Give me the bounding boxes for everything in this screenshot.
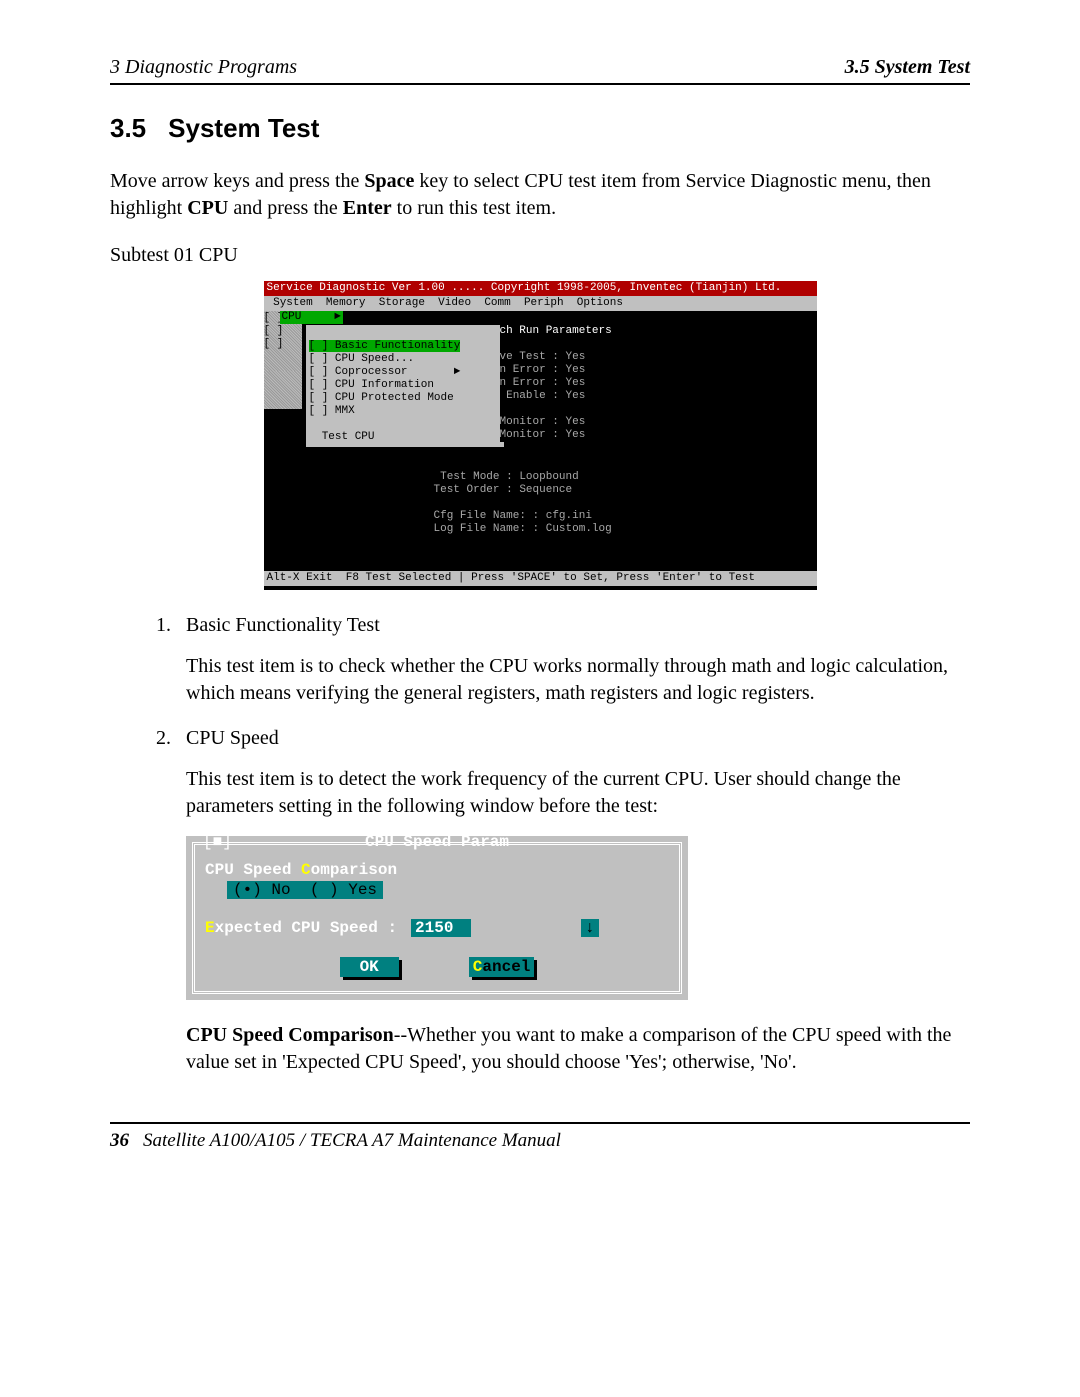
submenu-item-mmx: [ ] MMX bbox=[309, 405, 355, 417]
dos-params-extra: Test Mode : Loopbound Test Order : Seque… bbox=[264, 471, 817, 536]
radio-yes[interactable]: ( ) Yes bbox=[310, 881, 377, 899]
dos-dialog-cpu-speed-param: [■] CPU Speed Param CPU Speed Comparison… bbox=[186, 836, 688, 1000]
page-footer: 36 Satellite A100/A105 / TECRA A7 Mainten… bbox=[110, 1122, 970, 1152]
radio-no[interactable]: (•) No bbox=[233, 881, 291, 899]
page-number: 36 bbox=[110, 1130, 129, 1151]
footer-title: Satellite A100/A105 / TECRA A7 Maintenan… bbox=[143, 1130, 561, 1151]
dos-status-bar: Alt-X Exit F8 Test Selected | Press 'SPA… bbox=[264, 571, 817, 586]
ok-button[interactable]: OK bbox=[340, 957, 399, 977]
dos-hatch bbox=[264, 371, 302, 409]
dos-menubar: System Memory Storage Video Comm Periph … bbox=[264, 296, 817, 311]
running-head: 3 Diagnostic Programs 3.5 System Test bbox=[110, 56, 970, 79]
label-cpu-speed-comparison: CPU Speed Comparison bbox=[205, 861, 669, 879]
dos-submenu-cpu: [ ] Basic Functionality [ ] CPU Speed...… bbox=[306, 325, 504, 447]
section-number: 3.5 bbox=[110, 113, 146, 143]
dos-title-bar: Service Diagnostic Ver 1.00 ..... Copyri… bbox=[264, 281, 817, 296]
item1-body: This test item is to check whether the C… bbox=[186, 653, 970, 707]
footer-rule bbox=[110, 1122, 970, 1124]
section-heading: 3.5 System Test bbox=[110, 113, 970, 144]
submenu-item-basic: [ ] Basic Functionality bbox=[309, 340, 461, 352]
radio-group-comparison[interactable]: (•) No ( ) Yes bbox=[227, 881, 383, 899]
test-item-list: Basic Functionality Test This test item … bbox=[110, 614, 970, 1076]
dos-screenshot-diagnostic: Service Diagnostic Ver 1.00 ..... Copyri… bbox=[264, 281, 817, 590]
submenu-item-speed: [ ] CPU Speed... bbox=[309, 353, 415, 365]
header-rule bbox=[110, 83, 970, 85]
dos-cpu-selected: CPU ► bbox=[280, 311, 343, 324]
item1-title: Basic Functionality Test bbox=[186, 614, 970, 637]
submenu-item-protected: [ ] CPU Protected Mode bbox=[309, 392, 454, 404]
list-item-2: CPU Speed This test item is to detect th… bbox=[176, 727, 970, 1076]
dialog-title: CPU Speed Param bbox=[195, 833, 679, 851]
subtest-label: Subtest 01 CPU bbox=[110, 244, 970, 267]
intro-paragraph: Move arrow keys and press the Space key … bbox=[110, 168, 970, 222]
cancel-button[interactable]: Cancel bbox=[469, 957, 535, 977]
running-head-left: 3 Diagnostic Programs bbox=[110, 56, 297, 79]
submenu-item-coprocessor: [ ] Coprocessor ► bbox=[309, 366, 461, 378]
spinner-down-icon[interactable]: ↓ bbox=[581, 919, 599, 937]
item2-title: CPU Speed bbox=[186, 727, 970, 750]
section-title: System Test bbox=[168, 113, 319, 143]
expected-speed-field[interactable]: 2150 bbox=[411, 919, 471, 937]
submenu-item-info: [ ] CPU Information bbox=[309, 379, 434, 391]
dos-run-parameters: ch Run Parameters ve Test : Yes n Error … bbox=[500, 325, 817, 442]
item2-body: This test item is to detect the work fre… bbox=[186, 766, 970, 820]
submenu-test-cpu: Test CPU bbox=[309, 431, 375, 443]
cpu-speed-comparison-paragraph: CPU Speed Comparison--Whether you want t… bbox=[186, 1022, 970, 1076]
running-head-right: 3.5 System Test bbox=[845, 56, 970, 79]
list-item-1: Basic Functionality Test This test item … bbox=[176, 614, 970, 707]
label-expected-speed: Expected CPU Speed : bbox=[205, 919, 397, 937]
